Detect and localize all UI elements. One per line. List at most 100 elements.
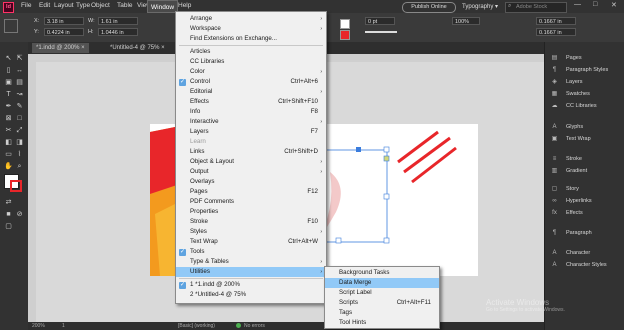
menu-item-utilities[interactable]: Utilities › <box>176 267 326 277</box>
menu-item-pages[interactable]: Pages F12 <box>176 187 326 197</box>
submenu-item-script-label[interactable]: Script Label <box>325 288 439 298</box>
menu-type[interactable]: Type <box>76 2 90 9</box>
menu-item-color[interactable]: Color › <box>176 67 326 77</box>
gap-tool-icon[interactable]: ↔ <box>15 66 24 75</box>
menu-help[interactable]: Help <box>178 2 191 9</box>
content-placer-icon[interactable]: ▤ <box>15 78 24 87</box>
menu-item-type-tables[interactable]: Type & Tables › <box>176 257 326 267</box>
menu-item-effects[interactable]: Effects Ctrl+Shift+F10 <box>176 97 326 107</box>
pencil-tool-icon[interactable]: ✎ <box>15 102 24 111</box>
w-field[interactable]: 1.61 in <box>98 17 138 25</box>
menu-item-control[interactable]: ✓ Control Ctrl+Alt+6 <box>176 77 326 87</box>
x-field[interactable]: 3.18 in <box>44 17 84 25</box>
stroke-weight-field[interactable]: 0 pt <box>365 17 395 25</box>
menu-item-tools[interactable]: ✓ Tools <box>176 247 326 257</box>
panel-pages[interactable]: ▤ Pages <box>545 53 624 64</box>
apply-color-icon[interactable]: ■ <box>4 210 13 219</box>
y-field[interactable]: 0.4224 in <box>44 28 84 36</box>
stroke-type-line[interactable] <box>365 31 397 33</box>
panel-cc-libraries[interactable]: ☁ CC Libraries <box>545 101 624 112</box>
note-tool-icon[interactable]: ▭ <box>4 150 13 159</box>
right-field-2[interactable]: 0.1667 in <box>536 28 576 36</box>
hand-tool-icon[interactable]: ✋ <box>4 162 13 171</box>
menu-layout[interactable]: Layout <box>54 2 74 9</box>
minimize-button[interactable]: — <box>574 1 581 8</box>
menu-item-properties[interactable]: Properties <box>176 207 326 217</box>
publish-online-button[interactable]: Publish Online <box>402 2 456 13</box>
eyedropper-tool-icon[interactable]: ⌇ <box>15 150 24 159</box>
panel-story[interactable]: ▢ Story <box>545 184 624 195</box>
right-field-1[interactable]: 0.1667 in <box>536 17 576 25</box>
menu-object[interactable]: Object <box>91 2 110 9</box>
menu-item-overlays[interactable]: Overlays <box>176 177 326 187</box>
gradient-tool-icon[interactable]: ◧ <box>4 138 13 147</box>
rectangle-frame-tool-icon[interactable]: ⊠ <box>4 114 13 123</box>
h-field[interactable]: 1.0446 in <box>98 28 138 36</box>
close-icon[interactable]: × <box>81 45 85 51</box>
panel-character-styles[interactable]: A Character Styles <box>545 260 624 271</box>
menu-item-styles[interactable]: Styles › <box>176 227 326 237</box>
page-number[interactable]: 1 <box>62 323 65 329</box>
menu-item-1-1-indd-200[interactable]: ✓ 1 *1.indd @ 200% <box>176 280 326 290</box>
rectangle-tool-icon[interactable]: □ <box>15 114 24 123</box>
submenu-item-scripts[interactable]: Scripts Ctrl+Alt+F11 <box>325 298 439 308</box>
panel-stroke[interactable]: ≡ Stroke <box>545 154 624 165</box>
tab-document-2[interactable]: *Untitled-4 @ 75% × <box>106 43 169 53</box>
apply-none-icon[interactable]: ⊘ <box>15 210 24 219</box>
pen-tool-icon[interactable]: ✒ <box>4 102 13 111</box>
content-collector-icon[interactable]: ▣ <box>4 78 13 87</box>
zoom-level[interactable]: 200% <box>32 323 45 329</box>
selection-tool-icon[interactable]: ↖ <box>4 54 13 63</box>
swap-fill-stroke-icon[interactable]: ⇄ <box>4 198 13 207</box>
opacity-field[interactable]: 100% <box>452 17 480 25</box>
menu-item-articles[interactable]: Articles <box>176 47 326 57</box>
page-tool-icon[interactable]: ▯ <box>4 66 13 75</box>
stock-search-input[interactable]: ⌕ Adobe Stock <box>505 2 567 13</box>
menu-item-info[interactable]: Info F8 <box>176 107 326 117</box>
preflight-status[interactable]: No errors <box>244 323 265 329</box>
menu-item-pdf-comments[interactable]: PDF Comments <box>176 197 326 207</box>
fill-stroke-swatch[interactable] <box>4 174 24 194</box>
submenu-item-data-merge[interactable]: Data Merge <box>325 278 439 288</box>
menu-item-find-extensions-on-exchange[interactable]: Find Extensions on Exchange... <box>176 34 326 44</box>
menu-item-stroke[interactable]: Stroke F10 <box>176 217 326 227</box>
submenu-item-tags[interactable]: Tags <box>325 308 439 318</box>
menu-window[interactable]: Window <box>147 0 179 13</box>
gradient-feather-tool-icon[interactable]: ◨ <box>15 138 24 147</box>
stroke-swatch-small[interactable] <box>340 30 350 40</box>
type-on-path-icon[interactable]: ↝ <box>15 90 24 99</box>
menu-file[interactable]: File <box>21 2 31 9</box>
menu-item-links[interactable]: Links Ctrl+Shift+D <box>176 147 326 157</box>
close-button[interactable]: ✕ <box>611 1 617 9</box>
panel-swatches[interactable]: ▦ Swatches <box>545 89 624 100</box>
type-tool-icon[interactable]: T <box>4 90 13 99</box>
panel-layers[interactable]: ◈ Layers <box>545 77 624 88</box>
stroke-swatch[interactable] <box>10 180 22 192</box>
panel-text-wrap[interactable]: ▣ Text Wrap <box>545 134 624 145</box>
panel-paragraph[interactable]: ¶ Paragraph <box>545 228 624 239</box>
menu-item-layers[interactable]: Layers F7 <box>176 127 326 137</box>
panel-hyperlinks[interactable]: ∞ Hyperlinks <box>545 196 624 207</box>
menu-edit[interactable]: Edit <box>39 2 50 9</box>
close-icon[interactable]: × <box>161 45 165 51</box>
menu-item-object-layout[interactable]: Object & Layout › <box>176 157 326 167</box>
menu-item-editorial[interactable]: Editorial › <box>176 87 326 97</box>
panel-gradient[interactable]: ▥ Gradient <box>545 166 624 177</box>
panel-effects[interactable]: fx Effects <box>545 208 624 219</box>
menu-table[interactable]: Table <box>117 2 133 9</box>
zoom-tool-icon[interactable]: ⌕ <box>15 162 24 171</box>
panel-character[interactable]: A Character <box>545 248 624 259</box>
reference-point-grid[interactable] <box>4 19 18 33</box>
fill-swatch-small[interactable] <box>340 19 350 29</box>
menu-item-output[interactable]: Output › <box>176 167 326 177</box>
free-transform-tool-icon[interactable]: ⤢ <box>15 126 24 135</box>
menu-item-arrange[interactable]: Arrange › <box>176 14 326 24</box>
submenu-item-background-tasks[interactable]: Background Tasks <box>325 268 439 278</box>
tab-document-1[interactable]: *1.indd @ 200% × <box>32 43 89 53</box>
menu-item-cc-libraries[interactable]: CC Libraries <box>176 57 326 67</box>
scissors-tool-icon[interactable]: ✂ <box>4 126 13 135</box>
panel-paragraph-styles[interactable]: ¶ Paragraph Styles <box>545 65 624 76</box>
menu-item-2-untitled-4-75[interactable]: 2 *Untitled-4 @ 75% <box>176 290 326 300</box>
menu-item-workspace[interactable]: Workspace › <box>176 24 326 34</box>
master-label[interactable]: [Basic] (working) <box>178 323 215 329</box>
